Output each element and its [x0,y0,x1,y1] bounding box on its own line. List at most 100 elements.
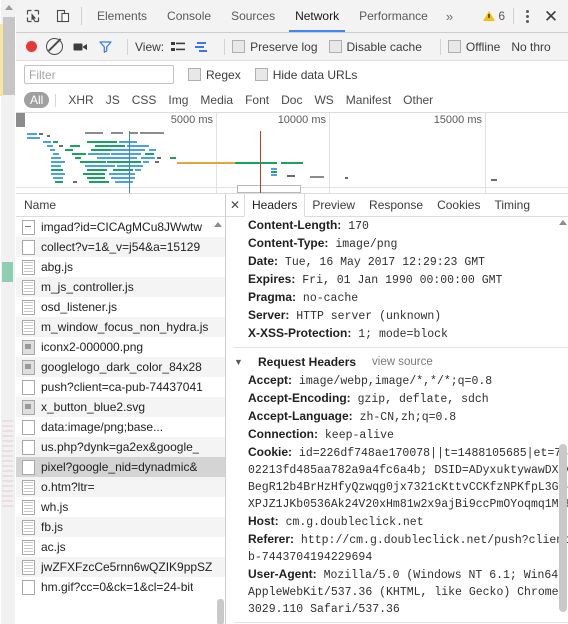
type-filter-font[interactable]: Font [239,92,275,108]
capture-screenshots-icon[interactable] [73,41,89,53]
scroll-up-arrow-icon[interactable] [558,216,568,228]
view-source-link[interactable]: view source [372,353,433,371]
page-scrollbar[interactable] [1,0,16,624]
request-row[interactable]: push?client=ca-pub-74437041 [16,377,225,397]
disable-cache-checkbox[interactable]: Disable cache [328,40,422,54]
hide-data-urls-checkbox[interactable]: Hide data URLs [254,68,357,82]
column-header-name: Name [24,198,57,212]
chevron-down-icon[interactable]: ▼ [234,353,243,371]
request-row[interactable]: ac.js [16,537,225,557]
request-row[interactable]: wh.js [16,497,225,517]
type-filter-all[interactable]: All [24,92,50,108]
overview-request-bar [51,157,61,159]
request-list-header[interactable]: Name [16,194,225,217]
scrollbar-thumb[interactable] [559,444,567,612]
overview-request-bar [51,169,63,171]
tab-performance[interactable]: Performance [349,0,438,32]
inspect-cursor-icon[interactable] [20,3,46,29]
filter-funnel-icon[interactable] [99,40,112,53]
request-headers-section[interactable]: ▼ Request Headers view source [234,351,568,372]
filter-input[interactable] [24,65,174,84]
overview-request-bar [27,137,40,139]
clear-icon[interactable] [46,38,63,55]
request-row[interactable]: abg.js [16,257,225,277]
request-row[interactable]: osd_listener.js [16,297,225,317]
type-filter-media[interactable]: Media [194,92,239,108]
toolbar-divider [439,38,441,55]
request-row[interactable]: iconx2-000000.png [16,337,225,357]
request-row[interactable]: pixel?google_nid=dynadmic& [16,457,225,477]
record-button[interactable] [26,41,37,52]
close-icon[interactable]: ✕ [538,4,564,28]
type-filter-css[interactable]: CSS [126,92,163,108]
request-row[interactable]: m_js_controller.js [16,277,225,297]
request-row[interactable]: collect?v=1&_v=j54&a=15129 [16,237,225,257]
tab-timing[interactable]: Timing [487,194,537,216]
request-list-scrollbar[interactable] [216,216,225,624]
request-rows[interactable]: imgad?id=CICAgMCu8JWwtw collect?v=1&_v=j5… [16,217,225,624]
overview-request-bar [109,173,135,175]
offline-checkbox[interactable]: Offline [447,40,500,54]
tab-preview[interactable]: Preview [305,194,362,216]
close-panel-icon[interactable]: ✕ [226,194,244,216]
request-row[interactable]: m_window_focus_non_hydra.js [16,317,225,337]
page-scrollbar-thumb[interactable] [3,17,15,95]
request-row[interactable]: o.htm?ltr= [16,477,225,497]
overview-selection-window[interactable] [237,185,301,193]
scroll-up-arrow-icon[interactable] [2,0,16,15]
preserve-log-checkbox[interactable]: Preserve log [232,40,318,54]
request-name: push?client=ca-pub-74437041 [41,380,203,394]
waterfall-view-icon[interactable] [194,41,208,53]
kebab-menu-icon[interactable] [516,4,538,28]
tab-response[interactable]: Response [362,194,430,216]
network-overview-timeline[interactable]: 5000 ms 10000 ms 15000 ms [16,113,568,194]
response-header-line: X-XSS-Protection: 1; mode=block [248,326,448,341]
request-row[interactable]: googlelogo_dark_color_84x28 [16,357,225,377]
detail-scrollbar[interactable] [558,216,568,624]
tab-cookies[interactable]: Cookies [430,194,487,216]
type-filter-xhr[interactable]: XHR [62,92,99,108]
request-row[interactable]: jwZFXFzcCe5rnn6wQZIK9ppSZ [16,557,225,577]
warning-triangle-icon [483,11,496,21]
request-name: x_button_blue2.svg [41,400,146,414]
request-header-continuation: BegR12b4BrHzHfyQzwqg0jx7321cKttvCCKfzNPK… [248,481,568,494]
overview-request-bar [113,169,133,171]
overview-request-bar [129,132,138,134]
warning-counter[interactable]: 6 [477,9,511,23]
request-row[interactable]: fb.js [16,517,225,537]
overview-request-bar [73,181,77,183]
type-filter-manifest[interactable]: Manifest [340,92,397,108]
devtools-window: Elements Console Sources Network Perform… [0,0,568,624]
scrollbar-thumb[interactable] [217,599,224,624]
type-filter-js[interactable]: JS [100,92,126,108]
regex-checkbox[interactable]: Regex [188,68,241,82]
throttling-select[interactable]: No thro [511,40,550,54]
request-header-line: Connection: keep-alive [248,427,394,442]
type-filter-other[interactable]: Other [397,92,439,108]
toolbar-divider [224,38,226,55]
request-name: abg.js [41,260,74,274]
request-row[interactable]: us.php?dynk=ga2ex&google_ [16,437,225,457]
list-view-icon[interactable] [171,41,186,53]
request-name: hm.gif?cc=0&ck=1&cl=24-bit [41,580,194,594]
request-row[interactable]: x_button_blue2.svg [16,397,225,417]
view-label: View: [135,39,165,54]
request-row[interactable]: data:image/png;base... [16,417,225,437]
more-tabs-button[interactable]: » [438,0,461,32]
request-row[interactable]: hm.gif?cc=0&ck=1&cl=24-bit [16,577,225,597]
type-filter-ws[interactable]: WS [308,92,339,108]
overview-request-bar [111,153,141,155]
device-toolbar-icon[interactable] [50,3,76,29]
overview-grabber[interactable] [16,113,25,127]
request-row[interactable]: imgad?id=CICAgMCu8JWwtw [16,217,225,237]
type-filter-img[interactable]: Img [162,92,194,108]
tab-sources[interactable]: Sources [221,0,285,32]
overview-request-bar [235,162,277,164]
tab-network[interactable]: Network [285,0,349,32]
tab-label: Elements [97,9,148,23]
section-title: Request Headers [258,355,357,369]
tab-headers[interactable]: Headers [244,194,306,217]
tab-console[interactable]: Console [157,0,221,32]
tab-elements[interactable]: Elements [87,0,157,32]
type-filter-doc[interactable]: Doc [275,92,308,108]
